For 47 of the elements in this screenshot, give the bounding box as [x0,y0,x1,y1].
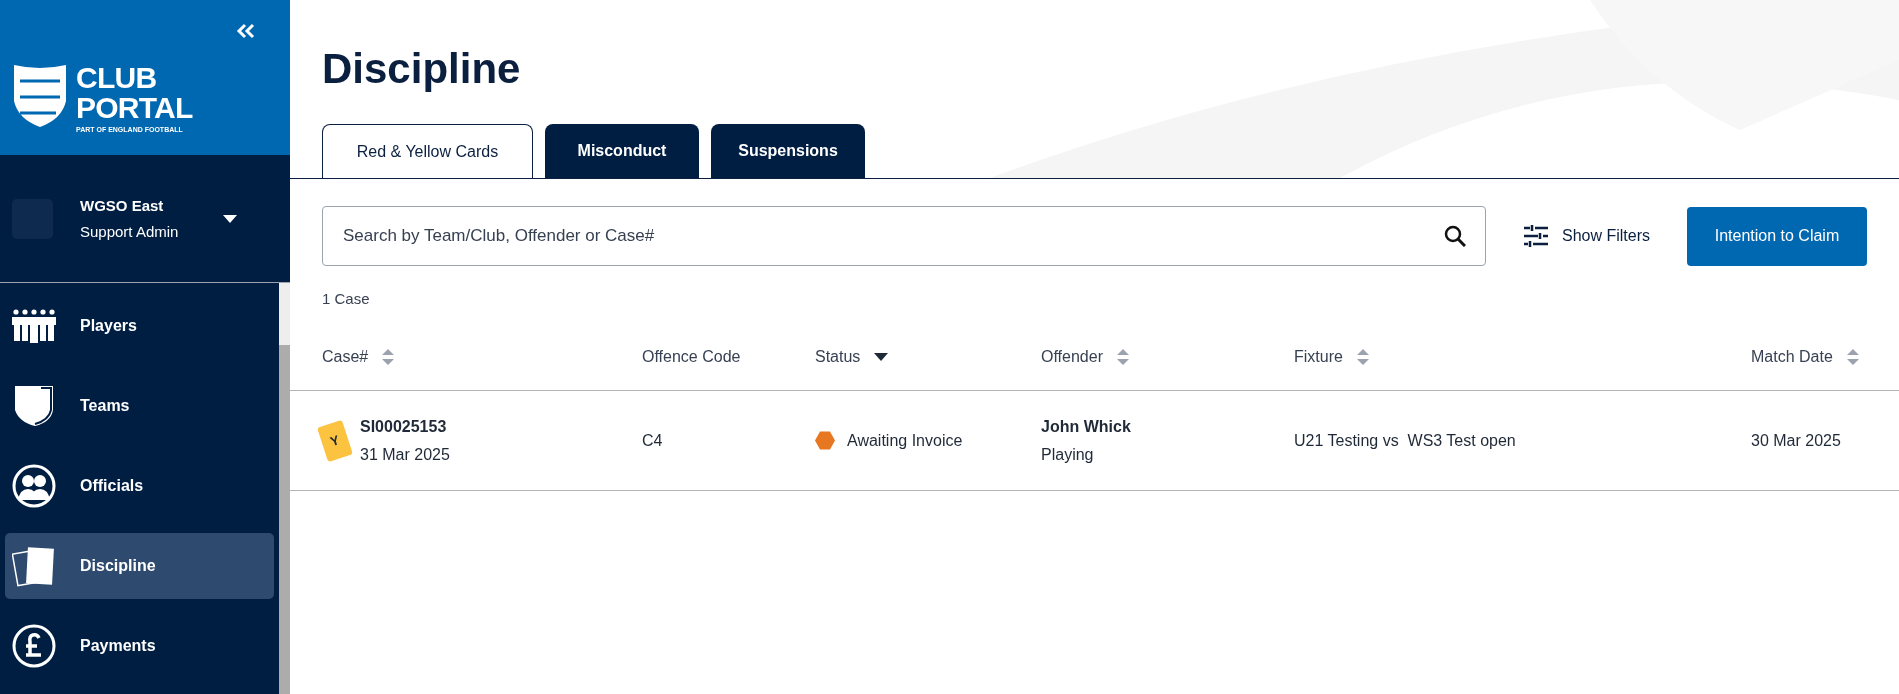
account-name: WGSO East [80,195,165,216]
tab[interactable]: Misconduct [545,124,699,178]
sort-descending-icon[interactable] [874,353,889,362]
shield-icon [12,384,56,428]
nav-item[interactable]: Teams [5,373,274,439]
column-header[interactable]: Offence Code [642,345,741,370]
column-header[interactable]: Offender [1041,345,1129,370]
column-header[interactable]: Case# [322,345,395,370]
column-header[interactable]: Status [815,345,889,370]
tab[interactable]: Suspensions [711,124,865,178]
sort-icon[interactable] [382,348,395,367]
offender-role: Playing [1041,444,1095,465]
status-text: Awaiting Invoice [847,430,963,451]
show-filters-button[interactable]: Show Filters [1524,224,1651,248]
search-field[interactable]: Search by Team/Club, Offender or Case# [322,206,1486,266]
case-number[interactable]: SI00025153 [360,412,450,441]
sort-icon[interactable] [1356,348,1369,367]
players-icon [12,309,56,343]
offender-name: John Whick [1041,416,1132,437]
intention-to-claim-button[interactable]: Intention to Claim [1687,206,1867,266]
column-header[interactable]: Fixture [1294,345,1369,370]
table-cell: C4 [642,431,663,449]
nav-item[interactable]: Officials [5,453,274,519]
dropdown-caret-icon[interactable] [223,214,237,223]
sliders-icon [1524,225,1548,247]
booking-card: Y [317,419,353,462]
sort-icon[interactable] [1116,348,1129,367]
officials-icon [12,464,56,508]
table-cell: 30 Mar 2025 [1751,431,1841,449]
sort-icon[interactable] [1846,348,1859,367]
tab[interactable]: Red & Yellow Cards [322,124,533,179]
scrollbar-thumb[interactable] [279,345,290,694]
pound-icon [12,624,56,668]
brand-title: CLUB [76,63,158,93]
collapse-icon[interactable] [236,23,256,39]
nav-item[interactable]: Players [5,293,274,359]
search-icon[interactable] [1444,225,1466,247]
page-title: Discipline [322,44,522,94]
cards-icon [12,545,56,587]
nav-item[interactable]: Payments [5,613,274,679]
table-cell: U21 Testing vs WS3 Test open [1294,431,1516,449]
account-role: Support Admin [80,221,180,242]
case-date: 31 Mar 2025 [360,444,450,465]
brand-title: PORTAL [76,93,193,123]
result-count: 1 Case [322,289,371,309]
column-header[interactable]: Match Date [1751,345,1859,370]
nav-item[interactable]: Discipline [5,533,274,599]
